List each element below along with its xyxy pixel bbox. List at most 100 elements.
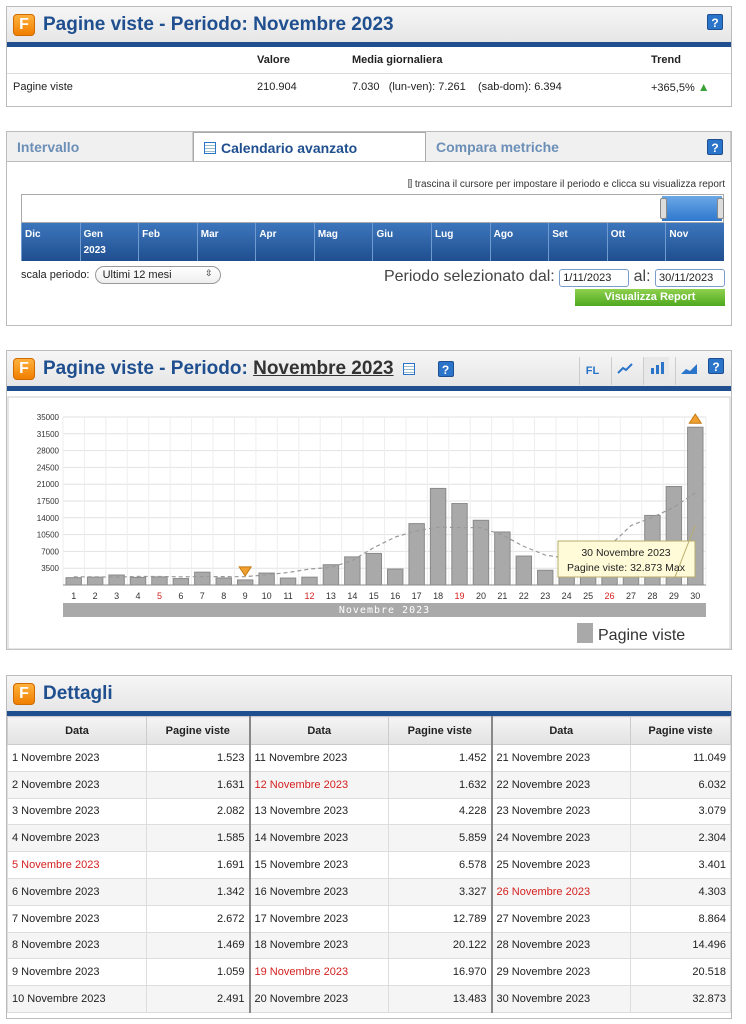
date-cell: 14 Novembre 2023 bbox=[248, 824, 389, 853]
month-label: Lug bbox=[435, 229, 454, 240]
x-tick-label: 28 bbox=[647, 591, 657, 601]
x-tick-label: 10 bbox=[262, 591, 272, 601]
views-cell: 1.059 bbox=[146, 958, 250, 987]
views-cell: 20.122 bbox=[388, 931, 492, 960]
tab-calendario-avanzato[interactable]: Calendario avanzato bbox=[193, 132, 426, 161]
col-data: Data bbox=[490, 716, 631, 745]
col-valore: Valore bbox=[257, 47, 352, 74]
views-cell: 3.079 bbox=[630, 797, 731, 826]
visualizza-report-button[interactable]: Visualizza Report bbox=[575, 289, 725, 306]
summary-title: Pagine viste - Periodo: Novembre 2023 bbox=[43, 13, 394, 35]
date-cell: 9 Novembre 2023 bbox=[7, 958, 147, 987]
y-tick-label: 31500 bbox=[37, 430, 60, 439]
table-row: 7 Novembre 2023 2.672 17 Novembre 2023 12.7… bbox=[7, 904, 731, 933]
x-tick-label: 3 bbox=[114, 591, 119, 601]
summary-panel: F Pagine viste - Periodo: Novembre 2023 … bbox=[6, 6, 732, 107]
range-handle-right[interactable] bbox=[717, 198, 724, 219]
help-button[interactable]: ? bbox=[708, 358, 724, 374]
month-cell: Giu bbox=[372, 223, 431, 261]
help-button[interactable]: ? bbox=[707, 14, 723, 30]
date-to-input[interactable]: 30/11/2023 bbox=[655, 269, 725, 287]
chart-period-link[interactable]: Novembre 2023 bbox=[253, 358, 393, 379]
timeline-selection[interactable] bbox=[660, 196, 724, 221]
date-cell: 4 Novembre 2023 bbox=[7, 824, 147, 853]
slider-hint-text: trascina il cursore per impostare il per… bbox=[414, 179, 725, 190]
x-tick-label: 4 bbox=[136, 591, 141, 601]
legend-label: Pagine viste bbox=[598, 627, 685, 644]
date-cell: 1 Novembre 2023 bbox=[7, 744, 147, 772]
date-cell: 23 Novembre 2023 bbox=[490, 797, 631, 826]
date-cell: 19 Novembre 2023 bbox=[248, 958, 389, 987]
bar bbox=[194, 571, 211, 586]
help-button[interactable]: ? bbox=[707, 139, 723, 155]
views-cell: 16.970 bbox=[388, 958, 492, 987]
bar bbox=[151, 576, 168, 586]
tab-intervallo[interactable]: Intervallo bbox=[7, 132, 193, 161]
month-year: 2023 bbox=[83, 245, 106, 256]
date-cell: 6 Novembre 2023 bbox=[7, 877, 147, 906]
x-tick-label: 27 bbox=[626, 591, 636, 601]
table-row: 10 Novembre 2023 2.491 20 Novembre 2023 13.… bbox=[7, 985, 731, 1013]
table-row: 2 Novembre 2023 1.631 12 Novembre 2023 1.63… bbox=[7, 770, 731, 799]
views-cell: 1.632 bbox=[388, 770, 492, 799]
x-tick-label: 17 bbox=[412, 591, 422, 601]
media-value: 7.030 bbox=[352, 81, 380, 94]
date-cell: 29 Novembre 2023 bbox=[490, 958, 631, 987]
y-tick-label: 3500 bbox=[41, 564, 59, 573]
views-cell: 1.691 bbox=[146, 851, 250, 879]
chart-panel: F Pagine viste - Periodo: Novembre 2023 … bbox=[6, 350, 732, 650]
date-cell: 7 Novembre 2023 bbox=[7, 904, 147, 933]
x-tick-label: 8 bbox=[221, 591, 226, 601]
help-button[interactable]: ? bbox=[437, 360, 454, 377]
calendar-panel: Intervallo Calendario avanzato Compara m… bbox=[6, 131, 732, 326]
area-chart-button[interactable] bbox=[675, 357, 701, 385]
col-pagine-viste: Pagine viste bbox=[388, 716, 492, 745]
x-tick-label: 29 bbox=[669, 591, 679, 601]
bar bbox=[86, 576, 104, 586]
col-trend: Trend bbox=[651, 47, 731, 74]
x-tick-label: 1 bbox=[71, 591, 76, 601]
range-handle-left[interactable] bbox=[660, 198, 667, 219]
tab-compara-metriche[interactable]: Compara metriche bbox=[426, 132, 731, 161]
x-tick-label: 9 bbox=[243, 591, 248, 601]
table-row: 5 Novembre 2023 1.691 15 Novembre 2023 6.57… bbox=[7, 851, 731, 879]
views-cell: 1.523 bbox=[146, 744, 250, 772]
select-arrows-icon: ⇳ bbox=[205, 268, 213, 278]
y-tick-label: 17500 bbox=[37, 497, 60, 506]
media-sabdom: (sab-dom): 6.394 bbox=[477, 81, 562, 94]
month-cell: Feb bbox=[138, 223, 197, 261]
x-tick-label: 12 bbox=[304, 591, 314, 601]
views-cell: 13.483 bbox=[388, 985, 492, 1013]
date-cell: 30 Novembre 2023 bbox=[490, 985, 631, 1013]
y-tick-label: 21000 bbox=[37, 480, 60, 489]
line-chart-button[interactable] bbox=[611, 357, 637, 385]
x-tick-label: 30 bbox=[690, 591, 700, 601]
row-valore: 210.904 bbox=[257, 81, 297, 94]
details-table: Data Pagine viste Data Pagine viste Data… bbox=[7, 716, 731, 1013]
x-tick-label: 24 bbox=[562, 591, 572, 601]
calendar-icon[interactable] bbox=[402, 362, 415, 375]
bar bbox=[494, 531, 511, 586]
month-label: Apr bbox=[259, 229, 277, 240]
row-trend: +365,5% ▲ bbox=[651, 73, 731, 101]
date-cell: 11 Novembre 2023 bbox=[248, 744, 389, 772]
date-cell: 21 Novembre 2023 bbox=[490, 744, 631, 772]
views-cell: 1.452 bbox=[388, 744, 492, 772]
bar-chart-button[interactable] bbox=[643, 357, 669, 385]
x-tick-label: 19 bbox=[455, 591, 465, 601]
date-cell: 17 Novembre 2023 bbox=[248, 904, 389, 933]
bar bbox=[365, 552, 382, 586]
timeline-track[interactable] bbox=[21, 194, 724, 223]
date-cell: 2 Novembre 2023 bbox=[7, 770, 147, 799]
x-tick-label: 21 bbox=[497, 591, 507, 601]
flash-button[interactable]: FL bbox=[579, 357, 605, 385]
x-tick-label: 2 bbox=[93, 591, 98, 601]
y-tick-label: 14000 bbox=[37, 514, 60, 523]
date-from-input[interactable]: 1/11/2023 bbox=[559, 269, 630, 287]
table-row: 6 Novembre 2023 1.342 16 Novembre 2023 3.32… bbox=[7, 877, 731, 906]
line-chart-icon bbox=[616, 363, 633, 374]
month-label: Mag bbox=[317, 229, 338, 240]
bar bbox=[236, 579, 254, 586]
f-logo-icon: F bbox=[13, 13, 35, 36]
scale-select[interactable]: Ultimi 12 mesi ⇳ bbox=[94, 266, 221, 284]
